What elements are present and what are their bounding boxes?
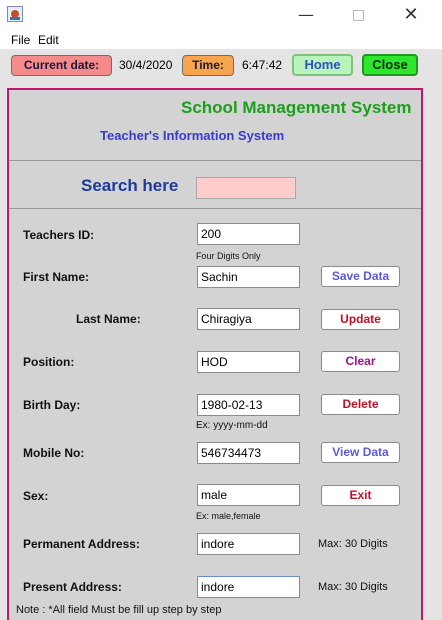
- footer-note: Note : *All field Must be fill up step b…: [16, 604, 222, 616]
- current-date-label: Current date:: [11, 55, 112, 76]
- first-name-field[interactable]: [197, 266, 300, 288]
- teacher-id-field[interactable]: [197, 223, 300, 245]
- position-label: Position:: [23, 355, 75, 369]
- teacher-info-panel: School Management System Teacher's Infor…: [7, 88, 423, 620]
- birth-day-label: Birth Day:: [23, 398, 81, 412]
- menu-bar: File Edit: [0, 31, 442, 49]
- present-address-note: Max: 30 Digits: [318, 581, 388, 593]
- search-label: Search here: [81, 176, 179, 195]
- permanent-address-note: Max: 30 Digits: [318, 538, 388, 550]
- java-app-icon: [7, 6, 23, 22]
- present-address-field[interactable]: [197, 576, 300, 598]
- last-name-label: Last Name:: [76, 312, 141, 326]
- top-info-bar: Current date: 30/4/2020 Time: 6:47:42 Ho…: [0, 49, 442, 84]
- menu-file[interactable]: File: [11, 33, 30, 47]
- permanent-address-field[interactable]: [197, 533, 300, 555]
- save-data-button[interactable]: Save Data: [321, 266, 400, 287]
- minimize-button[interactable]: —: [283, 0, 329, 31]
- present-address-label: Present Address:: [23, 580, 122, 594]
- position-field[interactable]: [197, 351, 300, 373]
- permanent-address-label: Permanent Address:: [23, 537, 140, 551]
- teacher-id-label: Teachers ID:: [23, 228, 95, 242]
- view-data-button[interactable]: View Data: [321, 442, 400, 463]
- sex-label: Sex:: [23, 489, 49, 503]
- time-value: 6:47:42: [242, 58, 283, 72]
- maximize-button[interactable]: [335, 0, 381, 31]
- update-button[interactable]: Update: [321, 309, 400, 330]
- delete-button[interactable]: Delete: [321, 394, 400, 415]
- close-button[interactable]: Close: [362, 54, 418, 76]
- sex-hint: Ex: male,female: [196, 511, 261, 521]
- home-button[interactable]: Home: [292, 54, 353, 76]
- menu-edit[interactable]: Edit: [38, 33, 59, 47]
- birth-day-hint: Ex: yyyy-mm-dd: [196, 420, 268, 431]
- window-close-button[interactable]: ✕: [388, 0, 434, 31]
- page-title: School Management System: [181, 98, 412, 117]
- time-label: Time:: [182, 55, 234, 76]
- exit-button[interactable]: Exit: [321, 485, 400, 506]
- divider: [9, 208, 421, 209]
- sex-field[interactable]: [197, 484, 300, 506]
- search-input[interactable]: [196, 177, 296, 199]
- first-name-label: First Name:: [23, 270, 90, 284]
- window-title-bar: — ✕: [0, 0, 442, 31]
- mobile-no-label: Mobile No:: [23, 446, 85, 460]
- clear-button[interactable]: Clear: [321, 351, 400, 372]
- birth-day-field[interactable]: [197, 394, 300, 416]
- teacher-id-hint: Four Digits Only: [196, 251, 261, 261]
- current-date-value: 30/4/2020: [119, 58, 173, 72]
- page-subtitle: Teacher's Information System: [100, 128, 285, 143]
- maximize-icon: [352, 10, 364, 21]
- last-name-field[interactable]: [197, 308, 300, 330]
- main-area: School Management System Teacher's Infor…: [0, 84, 442, 620]
- divider: [9, 160, 421, 161]
- mobile-no-field[interactable]: [197, 442, 300, 464]
